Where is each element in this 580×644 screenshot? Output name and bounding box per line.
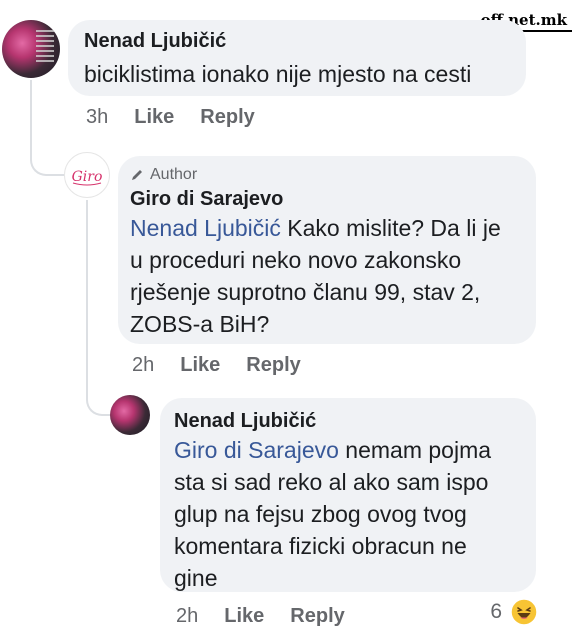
author-badge: Author	[130, 166, 197, 184]
comment-text: Nenad Ljubičić Kako mislite? Da li je u …	[130, 212, 530, 340]
comment-text-line: Giro di Sarajevo nemam pojma	[174, 434, 530, 466]
comment-time[interactable]: 2h	[132, 354, 154, 377]
haha-emoji-icon	[510, 598, 538, 626]
comment-bubble: Author Giro di Sarajevo Nenad Ljubičić K…	[118, 156, 536, 344]
comment-text: Giro di Sarajevo nemam pojma sta si sad …	[174, 434, 530, 594]
author-badge-label: Author	[150, 166, 198, 183]
comment-time[interactable]: 3h	[86, 106, 108, 129]
comment-bubble: Nenad Ljubičić biciklistima ionako nije …	[68, 20, 526, 96]
like-button[interactable]: Like	[224, 605, 264, 628]
mention-link[interactable]: Nenad Ljubičić	[130, 215, 281, 241]
reply-button[interactable]: Reply	[200, 106, 254, 129]
pencil-icon	[132, 170, 142, 180]
comment-text-line: glup na fejsu zbog ovog tvog	[174, 501, 467, 527]
svg-text:Giro: Giro	[72, 169, 103, 185]
comment-bubble: Nenad Ljubičić Giro di Sarajevo nemam po…	[160, 398, 536, 592]
comment-actions: 2h Like Reply	[132, 354, 301, 377]
comment-author-name[interactable]: Nenad Ljubičić	[174, 410, 316, 433]
avatar-nenad[interactable]	[110, 395, 150, 435]
comment-time[interactable]: 2h	[176, 605, 198, 628]
like-button[interactable]: Like	[134, 106, 174, 129]
comment-text: biciklistima ionako nije mjesto na cesti	[84, 61, 472, 87]
thread-line	[86, 200, 110, 416]
like-button[interactable]: Like	[180, 354, 220, 377]
giro-logo-icon: Giro	[72, 169, 103, 186]
comment-text-segment: Kako mislite? Da li je	[280, 215, 501, 241]
comment-text-line: komentara fizicki obracun ne	[174, 533, 467, 559]
comment-actions: 3h Like Reply	[86, 106, 255, 129]
comment-text-line: Nenad Ljubičić Kako mislite? Da li je	[130, 212, 530, 244]
comment-text-line: u proceduri neko novo zakonsko	[130, 247, 462, 273]
avatar-nenad[interactable]	[2, 20, 60, 78]
comment-text-line: sta si sad reko al ako sam ispo	[174, 469, 489, 495]
reaction-summary[interactable]: 6	[490, 598, 538, 626]
comment-text-line: gine	[174, 565, 218, 591]
thread-line	[30, 80, 64, 176]
comment-actions: 2h Like Reply	[176, 605, 345, 628]
mention-link[interactable]: Giro di Sarajevo	[174, 437, 339, 463]
comment-author-name[interactable]: Giro di Sarajevo	[130, 188, 283, 211]
comment-author-name[interactable]: Nenad Ljubičić	[84, 30, 226, 53]
reply-button[interactable]: Reply	[290, 605, 344, 628]
reply-button[interactable]: Reply	[246, 354, 300, 377]
reaction-count: 6	[490, 600, 502, 623]
avatar-giro[interactable]: Giro	[64, 152, 110, 198]
comment-text-segment: nemam pojma	[338, 437, 492, 463]
comment-text-line: ZOBS-a BiH?	[130, 311, 270, 337]
comment-text-line: rješenje suprotno članu 99, stav 2,	[130, 279, 481, 305]
